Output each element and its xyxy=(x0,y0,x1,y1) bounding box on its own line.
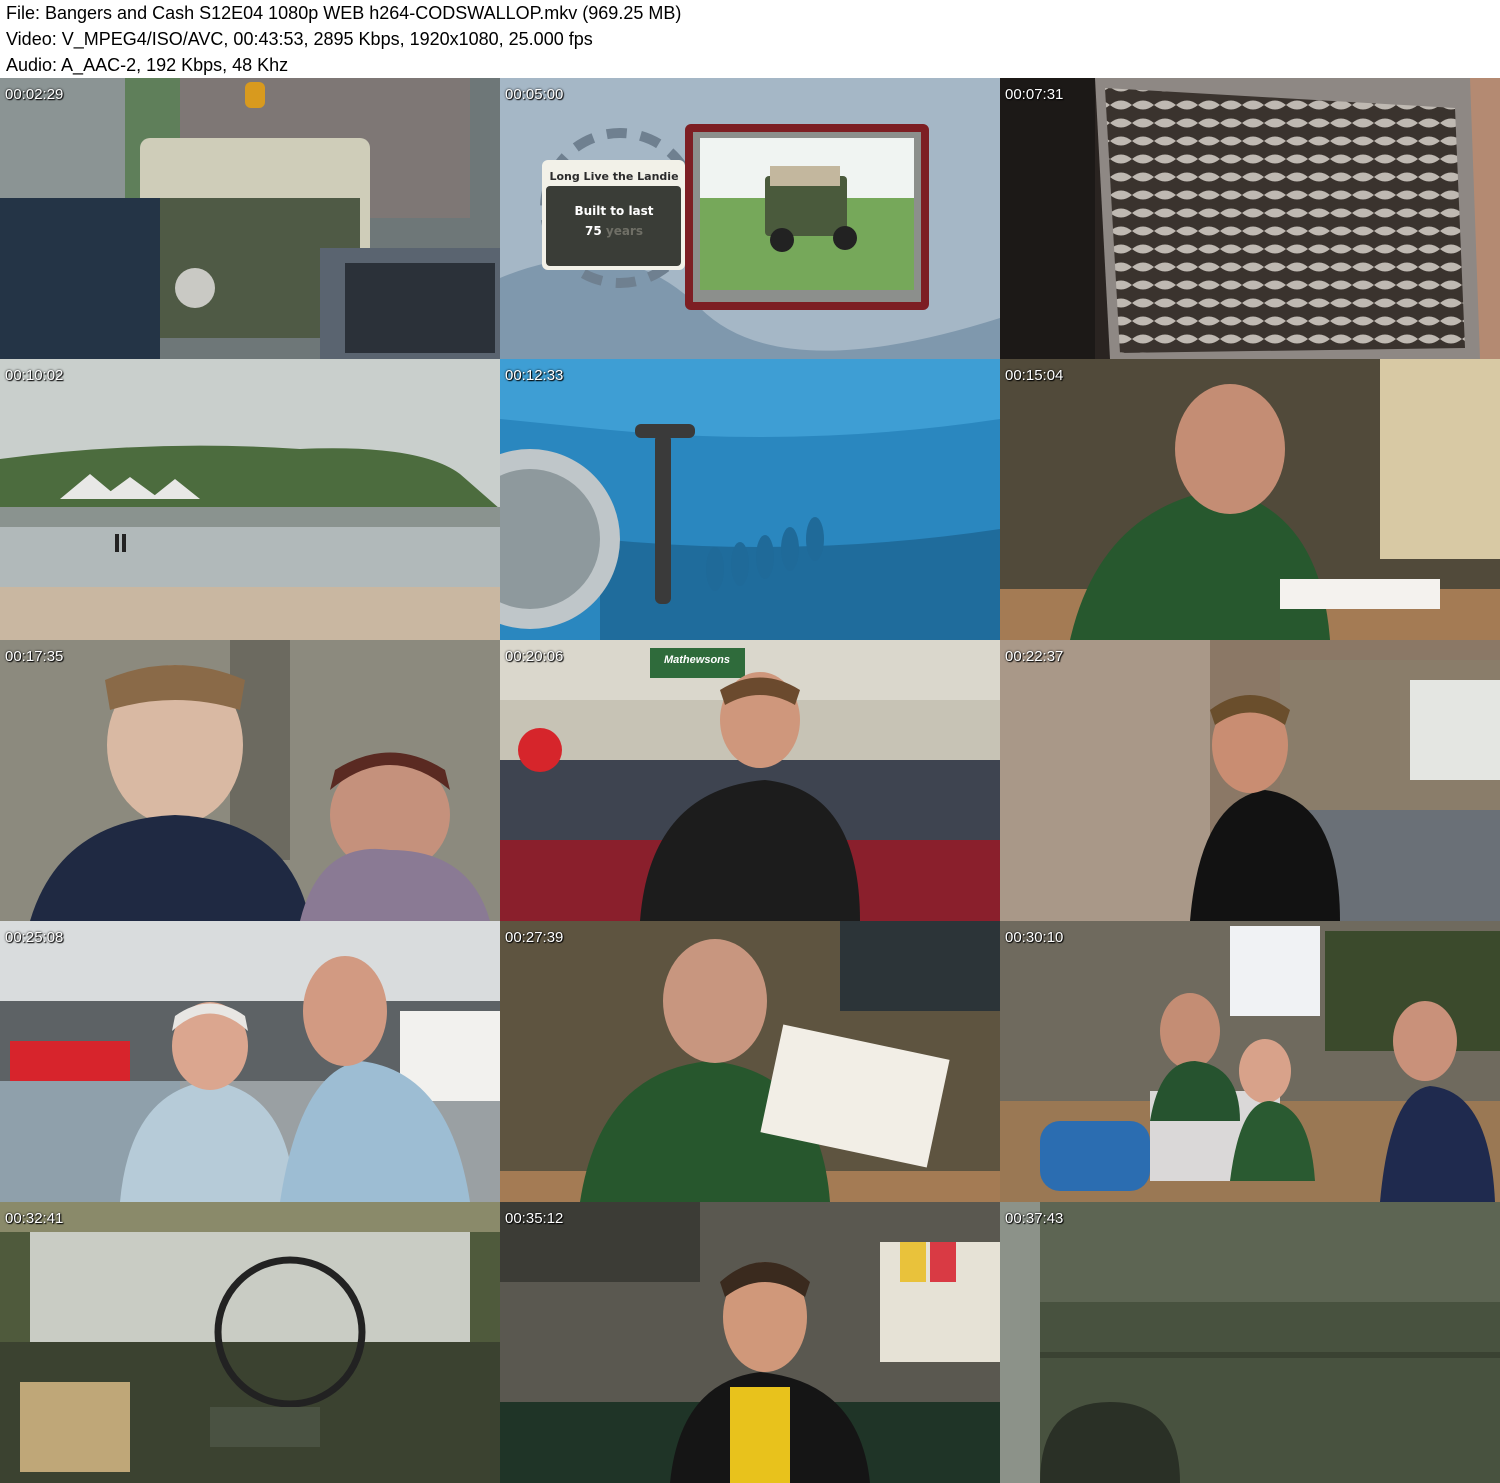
thumb-13-image xyxy=(0,1202,500,1483)
thumbnail-14[interactable]: 00:35:12 xyxy=(500,1202,1000,1483)
thumb-2-image xyxy=(500,78,1000,359)
thumb-14-image xyxy=(500,1202,1000,1483)
thumbnail-1[interactable]: 00:02:29 xyxy=(0,78,500,359)
thumbnail-8[interactable]: Mathewsons 00:20:06 xyxy=(500,640,1000,921)
thumb-11-image xyxy=(500,921,1000,1202)
thumb-7-image xyxy=(0,640,500,921)
timestamp: 00:25:08 xyxy=(5,929,64,946)
timestamp: 00:07:31 xyxy=(1005,86,1064,103)
thumb-5-image xyxy=(500,359,1000,640)
file-info-header: File: Bangers and Cash S12E04 1080p WEB … xyxy=(6,0,1496,78)
thumbnail-11[interactable]: 00:27:39 xyxy=(500,921,1000,1202)
thumb-6-image xyxy=(1000,359,1500,640)
timestamp: 00:30:10 xyxy=(1005,929,1064,946)
thumbnail-9[interactable]: 00:22:37 xyxy=(1000,640,1500,921)
showroom-sign: Mathewsons xyxy=(663,654,730,666)
thumbnail-6[interactable]: 00:15:04 xyxy=(1000,359,1500,640)
timestamp: 00:32:41 xyxy=(5,1210,64,1227)
timestamp: 00:10:02 xyxy=(5,367,64,384)
audio-line: Audio: A_AAC-2, 192 Kbps, 48 Khz xyxy=(6,55,289,75)
card-title: Long Live the Landie xyxy=(549,170,679,183)
thumbnail-12[interactable]: 00:30:10 xyxy=(1000,921,1500,1202)
card-line-1: Built to last xyxy=(574,204,654,218)
timestamp: 00:12:33 xyxy=(505,367,564,384)
card-number-line: 75 years xyxy=(546,224,682,238)
timestamp: 00:05:00 xyxy=(505,86,564,103)
thumbnail-3[interactable]: 00:07:31 xyxy=(1000,78,1500,359)
timestamp: 00:22:37 xyxy=(1005,648,1064,665)
thumb-12-image xyxy=(1000,921,1500,1202)
timestamp: 00:35:12 xyxy=(505,1210,564,1227)
thumb-9-image xyxy=(1000,640,1500,921)
thumb-10-image xyxy=(0,921,500,1202)
thumbnail-10[interactable]: 00:25:08 xyxy=(0,921,500,1202)
timestamp: 00:15:04 xyxy=(1005,367,1064,384)
timestamp: 00:20:06 xyxy=(505,648,564,665)
thumbnail-5[interactable]: 00:12:33 xyxy=(500,359,1000,640)
thumb-15-image xyxy=(1000,1202,1500,1483)
video-line: Video: V_MPEG4/ISO/AVC, 00:43:53, 2895 K… xyxy=(6,29,593,49)
timestamp: 00:37:43 xyxy=(1005,1210,1064,1227)
card-number: 75 xyxy=(584,224,602,238)
thumbnail-7[interactable]: 00:17:35 xyxy=(0,640,500,921)
thumbnail-15[interactable]: 00:37:43 xyxy=(1000,1202,1500,1483)
timestamp: 00:17:35 xyxy=(5,648,64,665)
thumbnail-grid: 00:02:29 Long Live the Landie Built to l… xyxy=(0,78,1500,1483)
file-line: File: Bangers and Cash S12E04 1080p WEB … xyxy=(6,3,682,23)
thumb-8-image xyxy=(500,640,1000,921)
card-unit: years xyxy=(605,224,643,238)
timestamp: 00:27:39 xyxy=(505,929,564,946)
thumb-1-image xyxy=(0,78,500,359)
thumb-3-image xyxy=(1000,78,1500,359)
thumbnail-4[interactable]: 00:10:02 xyxy=(0,359,500,640)
timestamp: 00:02:29 xyxy=(5,86,64,103)
thumb-4-image xyxy=(0,359,500,640)
thumbnail-13[interactable]: 00:32:41 xyxy=(0,1202,500,1483)
thumbnail-2[interactable]: Long Live the Landie Built to last 75 ye… xyxy=(500,78,1000,359)
